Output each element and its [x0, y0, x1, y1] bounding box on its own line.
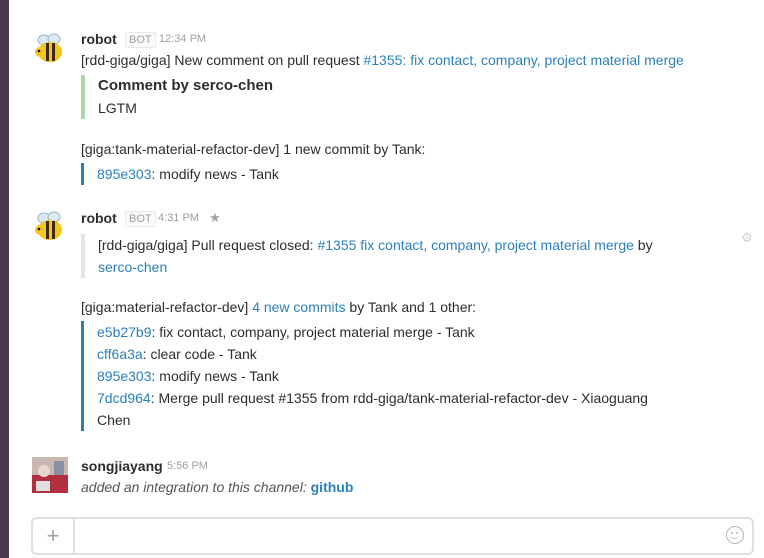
pr-comment-line: [rdd-giga/giga] New comment on pull requ…	[81, 52, 684, 68]
commit-item: 895e303: modify news - Tank	[97, 365, 648, 387]
timestamp[interactable]: 5:56 PM	[167, 460, 208, 472]
closed-user-line: serco-chen	[98, 256, 653, 278]
commit-item: cff6a3a: clear code - Tank	[97, 343, 648, 365]
emoji-icon[interactable]	[726, 526, 744, 544]
closed-pr-link[interactable]: #1355 fix contact, company, project mate…	[317, 237, 633, 253]
commit-list: e5b27b9: fix contact, company, project m…	[81, 321, 648, 431]
commit-hash-link[interactable]: cff6a3a	[97, 346, 143, 362]
timestamp[interactable]: 4:31 PM	[158, 212, 199, 224]
pr-closed-line: [rdd-giga/giga] Pull request closed: #13…	[98, 234, 653, 256]
gear-icon[interactable]: ⚙	[741, 230, 753, 246]
commit-text: : Merge pull request #1355 from rdd-giga…	[150, 390, 648, 406]
integration-line: added an integration to this channel: gi…	[81, 479, 353, 495]
bot-badge: BOT	[125, 211, 156, 227]
author-name[interactable]: robot	[81, 31, 117, 47]
closed-user-link[interactable]: serco-chen	[98, 259, 167, 275]
action-text: added an integration to this channel:	[81, 479, 311, 495]
comment-title: Comment by serco-chen	[98, 77, 274, 94]
commit-hash-link[interactable]: 7dcd964	[97, 390, 151, 406]
new-commits-link[interactable]: 4 new commits	[252, 299, 345, 315]
commit-hash-link[interactable]: 895e303	[97, 368, 152, 384]
comment-body: LGTM	[98, 100, 137, 116]
pr-closed-attachment: [rdd-giga/giga] Pull request closed: #13…	[81, 234, 653, 278]
star-icon[interactable]: ★	[209, 210, 221, 226]
user-avatar[interactable]	[32, 457, 68, 493]
github-link[interactable]: github	[311, 479, 354, 495]
commit-text: : fix contact, company, project material…	[151, 324, 475, 340]
comment-attachment: Comment by serco-chen LGTM	[81, 75, 273, 119]
commit-hash-link[interactable]: 895e303	[97, 166, 152, 182]
commit-text: : modify news - Tank	[151, 166, 279, 182]
timestamp[interactable]: 12:34 PM	[159, 33, 206, 45]
author-name[interactable]: songjiayang	[81, 458, 163, 474]
commit-hash-link[interactable]: e5b27b9	[97, 324, 152, 340]
bee-avatar[interactable]	[32, 208, 68, 244]
commit-item: e5b27b9: fix contact, company, project m…	[97, 321, 648, 343]
bee-avatar[interactable]	[32, 30, 68, 66]
closed-prefix: [rdd-giga/giga] Pull request closed:	[98, 237, 318, 253]
commit-header: [giga:tank-material-refactor-dev] 1 new …	[81, 141, 426, 157]
commit-wrap-text: Chen	[97, 412, 131, 428]
commit-text: : clear code - Tank	[142, 346, 257, 362]
commit-header: [giga:material-refactor-dev] 4 new commi…	[81, 299, 476, 315]
message-input[interactable]: +	[31, 517, 754, 555]
commit-header-suffix: by Tank and 1 other:	[345, 299, 477, 315]
pr-prefix: [rdd-giga/giga] New comment on pull requ…	[81, 52, 364, 68]
plus-icon[interactable]: +	[33, 519, 75, 553]
commit-item: 7dcd964: Merge pull request #1355 from r…	[97, 387, 648, 409]
sidebar-edge	[0, 0, 9, 558]
commit-header-prefix: [giga:material-refactor-dev]	[81, 299, 253, 315]
commit-item: 895e303: modify news - Tank	[97, 163, 279, 185]
pr-link[interactable]: #1355: fix contact, company, project mat…	[363, 52, 683, 68]
commit-list: 895e303: modify news - Tank	[81, 163, 279, 185]
commit-text: : modify news - Tank	[151, 368, 279, 384]
author-name[interactable]: robot	[81, 210, 117, 226]
closed-by: by	[633, 237, 653, 253]
bot-badge: BOT	[125, 32, 156, 48]
